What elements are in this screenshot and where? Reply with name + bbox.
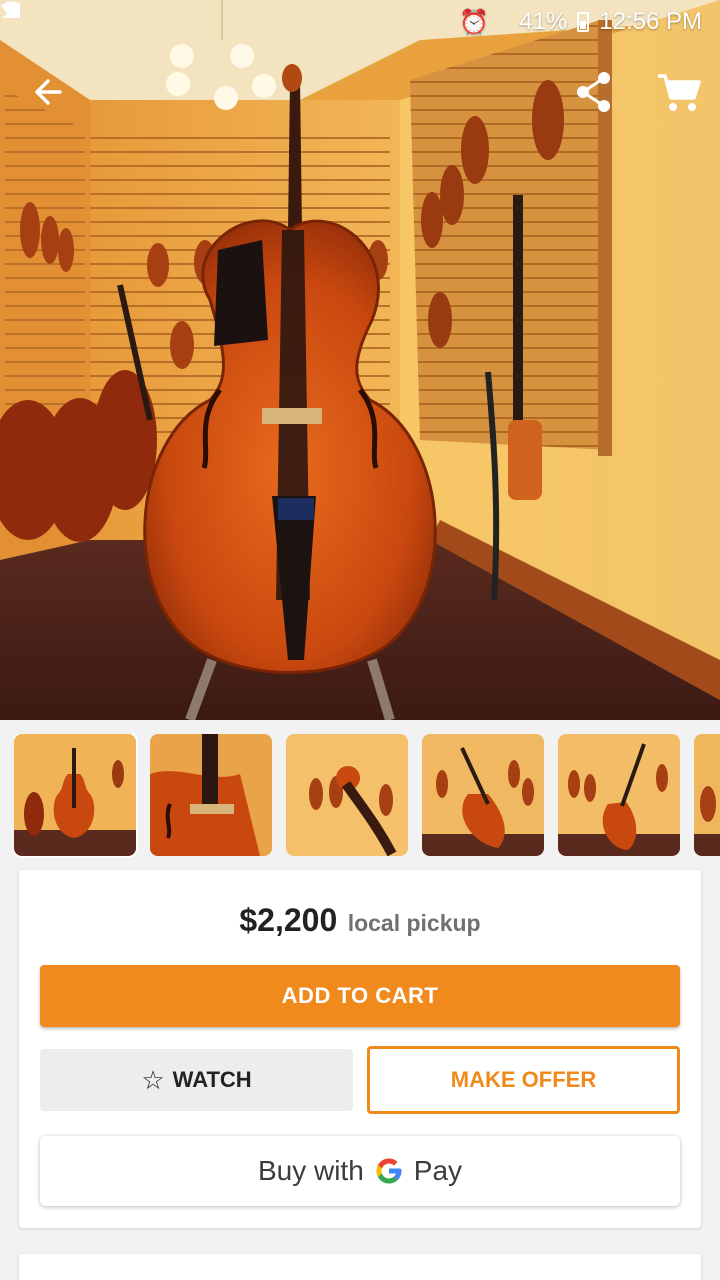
make-offer-button[interactable]: MAKE OFFER: [367, 1046, 680, 1114]
thumbnail-image: [694, 734, 720, 856]
google-g-icon: [376, 1158, 402, 1184]
thumbnail-image: [422, 734, 544, 856]
delivery-method: local pickup: [347, 910, 481, 936]
shopping-cart-icon: [658, 74, 701, 111]
thumbnail-5[interactable]: [558, 734, 680, 856]
battery-icon: [577, 12, 590, 32]
watch-button[interactable]: ☆ WATCH: [40, 1049, 353, 1111]
thumbnail-3[interactable]: [286, 734, 408, 856]
price: $2,200: [239, 902, 338, 938]
alarm-icon: ⏰: [459, 8, 490, 36]
clock: 12:56 PM: [599, 8, 702, 35]
thumbnail-6[interactable]: [694, 734, 720, 856]
battery-percent: 41%: [519, 8, 568, 35]
details-card: [19, 1254, 701, 1280]
thumbnail-image: [150, 734, 272, 856]
thumbnail-image: [14, 734, 136, 856]
thumbnail-image: [286, 734, 408, 856]
product-photo[interactable]: ⏰ 41% 12:56 PM: [0, 0, 720, 720]
share-icon: [577, 72, 610, 112]
thumbnail-2[interactable]: [150, 734, 272, 856]
listing-screen: ⏰ 41% 12:56 PM $2,200 local pickup ADD T…: [0, 0, 720, 1280]
star-outline-icon: ☆: [141, 1065, 165, 1095]
thumbnail-4[interactable]: [422, 734, 544, 856]
add-to-cart-label: ADD TO CART: [281, 983, 439, 1008]
buy-with-label: Buy with: [257, 1155, 364, 1186]
price-row: $2,200 local pickup: [19, 902, 701, 939]
add-to-cart-button[interactable]: ADD TO CART: [40, 965, 680, 1027]
back-button[interactable]: [28, 72, 68, 112]
cart-button[interactable]: [656, 70, 702, 114]
thumbnail-strip[interactable]: [14, 734, 720, 858]
purchase-card: $2,200 local pickup ADD TO CART ☆ WATCH …: [19, 870, 701, 1228]
watch-label: WATCH: [172, 1067, 252, 1092]
arrow-back-icon: [35, 79, 62, 105]
share-button[interactable]: [574, 70, 614, 114]
app-bar: [0, 62, 720, 122]
pay-label: Pay: [413, 1155, 463, 1186]
thumbnail-1[interactable]: [14, 734, 136, 856]
google-pay-button[interactable]: Buy with Pay: [40, 1136, 680, 1206]
status-bar: ⏰ 41% 12:56 PM: [0, 0, 720, 44]
thumbnail-image: [558, 734, 680, 856]
make-offer-label: MAKE OFFER: [450, 1067, 597, 1092]
